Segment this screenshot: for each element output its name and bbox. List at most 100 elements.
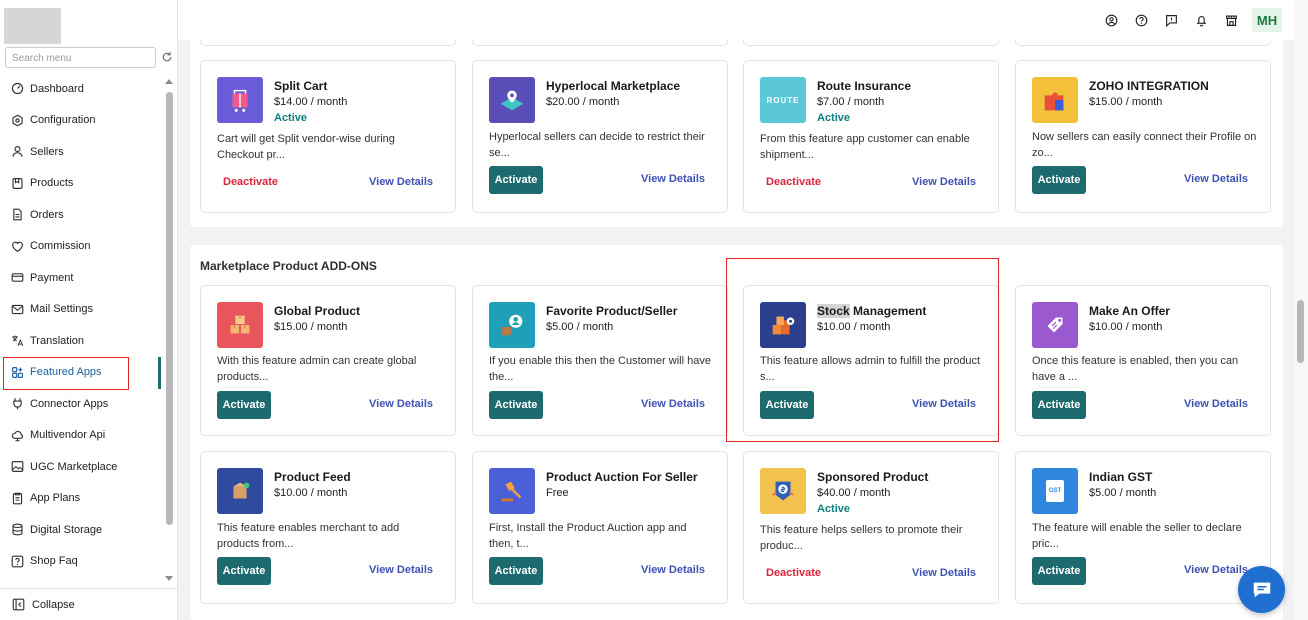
- sidebar-item-label: Multivendor Api: [30, 429, 106, 442]
- gst-icon-text: GST: [1048, 488, 1062, 494]
- section-title: Marketplace Product ADD-ONS: [200, 259, 377, 273]
- sidebar-item-configuration[interactable]: Configuration: [0, 105, 160, 137]
- card-stub: [472, 40, 728, 46]
- account-circle-icon[interactable]: [1102, 11, 1121, 30]
- sidebar-item-payment[interactable]: Payment: [0, 262, 160, 294]
- sidebar-item-label: Connector Apps: [30, 397, 109, 410]
- app-card-indian-gst: GST Indian GST $5.00 / month The feature…: [1015, 451, 1271, 604]
- app-name: Sponsored Product: [817, 470, 929, 484]
- store-icon[interactable]: [1222, 11, 1241, 30]
- sidebar-item-mail-settings[interactable]: Mail Settings: [0, 294, 160, 326]
- sidebar-item-label: UGC Marketplace: [30, 460, 118, 473]
- app-card-product-auction: Product Auction For Seller Free First, I…: [472, 451, 728, 604]
- view-details-link[interactable]: View Details: [641, 398, 705, 410]
- feedback-icon[interactable]: [1162, 11, 1181, 30]
- app-price: $10.00 / month: [1089, 321, 1163, 333]
- orders-icon: [13, 208, 22, 221]
- sidebar-item-label: Mail Settings: [30, 303, 93, 316]
- api-cloud-icon: [11, 430, 24, 442]
- page-scroll-thumb[interactable]: [1297, 300, 1304, 363]
- plug-icon: [13, 398, 22, 410]
- view-details-link[interactable]: View Details: [641, 564, 705, 576]
- sidebar-item-commission[interactable]: Commission: [0, 231, 160, 263]
- view-details-link[interactable]: View Details: [1184, 564, 1248, 576]
- search-menu-wrapper: [5, 47, 156, 68]
- collapse-button[interactable]: Collapse: [0, 588, 177, 620]
- view-details-link[interactable]: View Details: [1184, 398, 1248, 410]
- view-details-link[interactable]: View Details: [369, 564, 433, 576]
- sidebar-item-app-plans[interactable]: App Plans: [0, 483, 160, 515]
- sidebar-item-multivendor-api[interactable]: Multivendor Api: [0, 420, 160, 452]
- status-badge: Active: [817, 112, 851, 124]
- sidebar-item-sellers[interactable]: Sellers: [0, 136, 160, 168]
- app-description: This feature helps sellers to promote th…: [760, 524, 963, 552]
- search-menu-input[interactable]: [6, 49, 155, 68]
- top-bar: MH: [178, 0, 1294, 40]
- activate-button[interactable]: Activate: [1032, 557, 1086, 585]
- app-price: $15.00 / month: [1089, 96, 1163, 108]
- sidebar-item-dashboard[interactable]: Dashboard: [0, 73, 160, 105]
- app-description: First, Install the Product Auction app a…: [489, 522, 687, 550]
- view-details-link[interactable]: View Details: [641, 173, 705, 185]
- deactivate-button[interactable]: Deactivate: [766, 567, 821, 579]
- app-price: $10.00 / month: [274, 487, 348, 499]
- view-details-link[interactable]: View Details: [1184, 173, 1248, 185]
- app-price: $14.00 / month: [274, 96, 348, 108]
- activate-button[interactable]: Activate: [1032, 166, 1086, 194]
- deactivate-button[interactable]: Deactivate: [223, 176, 278, 188]
- activate-button[interactable]: Activate: [217, 557, 271, 585]
- dashboard-icon: [11, 83, 24, 95]
- refresh-icon[interactable]: [161, 51, 173, 63]
- help-icon[interactable]: [1132, 11, 1151, 30]
- app-description: Now sellers can easily connect their Pro…: [1032, 131, 1257, 159]
- activate-button[interactable]: Activate: [1032, 391, 1086, 419]
- sidebar-item-connector-apps[interactable]: Connector Apps: [0, 388, 160, 420]
- faq-icon: [11, 555, 24, 568]
- activate-button[interactable]: Activate: [217, 391, 271, 419]
- active-item-indicator: [158, 357, 161, 389]
- app-price: $20.00 / month: [546, 96, 620, 108]
- bell-icon[interactable]: [1192, 11, 1211, 30]
- status-badge: Active: [817, 503, 851, 515]
- activate-button[interactable]: Activate: [489, 557, 543, 585]
- plans-icon: [12, 492, 23, 505]
- app-description: With this feature admin can create globa…: [217, 355, 417, 383]
- app-name: Hyperlocal Marketplace: [546, 79, 681, 93]
- mail-icon: [11, 304, 24, 314]
- sidebar-item-orders[interactable]: Orders: [0, 199, 160, 231]
- app-card-global-product: Global Product $15.00 / month With this …: [200, 285, 456, 436]
- app-card-zoho-integration: ZOHO INTEGRATION $15.00 / month Now sell…: [1015, 60, 1271, 213]
- activate-button[interactable]: Activate: [489, 391, 543, 419]
- app-name: Global Product: [274, 304, 361, 318]
- configuration-icon: [12, 114, 23, 127]
- app-description: Once this feature is enabled, then you c…: [1032, 355, 1239, 383]
- chat-button[interactable]: [1238, 566, 1285, 613]
- sidebar-item-label: Orders: [30, 208, 64, 221]
- sidebar-item-products[interactable]: Products: [0, 168, 160, 200]
- zoho-app-icon: [1032, 77, 1078, 123]
- view-details-link[interactable]: View Details: [369, 398, 433, 410]
- app-card-sponsored-product: Sponsored Product $40.00 / month Active …: [743, 451, 999, 604]
- database-icon: [12, 523, 23, 536]
- app-card-hyperlocal-marketplace: Hyperlocal Marketplace $20.00 / month Hy…: [472, 60, 728, 213]
- sidebar-item-digital-storage[interactable]: Digital Storage: [0, 514, 160, 546]
- sidebar-item-label: Payment: [30, 271, 74, 284]
- avatar[interactable]: MH: [1252, 8, 1282, 32]
- view-details-link[interactable]: View Details: [369, 176, 433, 188]
- app-price: $40.00 / month: [817, 487, 891, 499]
- app-name: Product Auction For Seller: [546, 470, 698, 484]
- collapse-icon: [12, 598, 25, 611]
- app-card-route-insurance: ROUTE Route Insurance $7.00 / month Acti…: [743, 60, 999, 213]
- activate-button[interactable]: Activate: [489, 166, 543, 194]
- view-details-link[interactable]: View Details: [912, 567, 976, 579]
- sidebar-item-shop-faq[interactable]: Shop Faq: [0, 546, 160, 578]
- global-product-app-icon: [217, 302, 263, 348]
- deactivate-button[interactable]: Deactivate: [766, 176, 821, 188]
- sidebar-scroll-up-arrow[interactable]: [165, 79, 173, 84]
- sidebar-scroll-thumb[interactable]: [166, 92, 173, 525]
- sidebar-scroll-down-arrow[interactable]: [165, 576, 173, 581]
- image-icon: [11, 461, 24, 473]
- view-details-link[interactable]: View Details: [912, 176, 976, 188]
- sidebar-item-translation[interactable]: Translation: [0, 325, 160, 357]
- sidebar-item-ugc-marketplace[interactable]: UGC Marketplace: [0, 451, 160, 483]
